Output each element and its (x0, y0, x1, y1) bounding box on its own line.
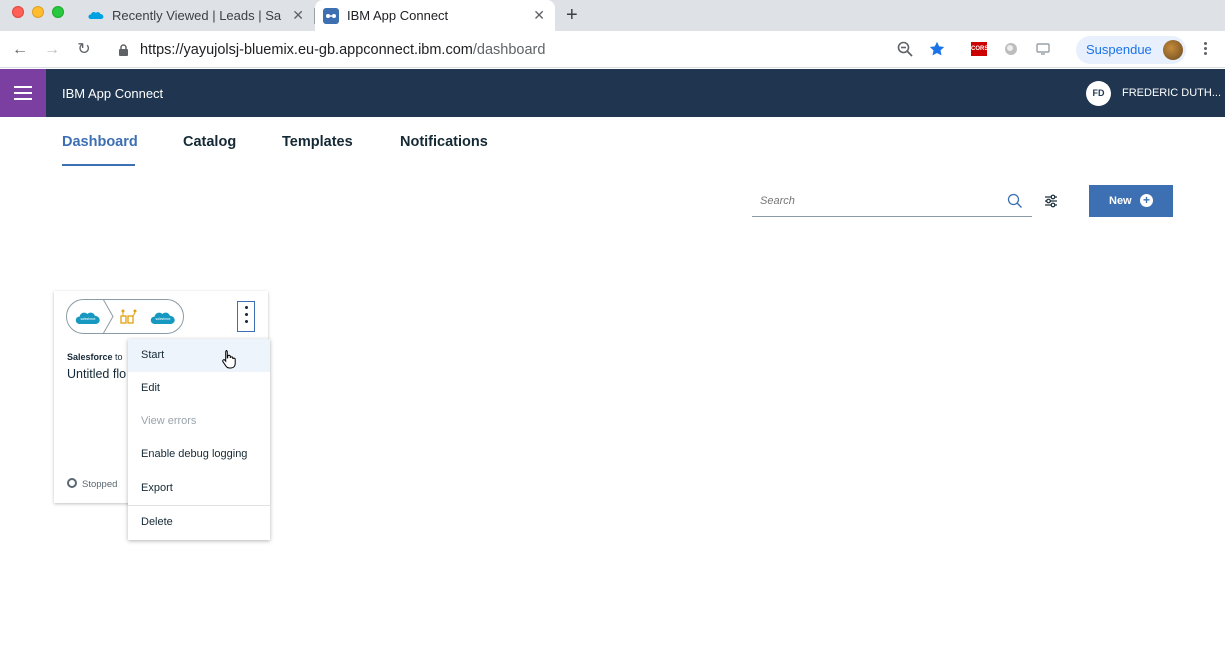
hand-cursor-icon (222, 350, 236, 369)
minimize-window-button[interactable] (32, 6, 44, 18)
forward-arrow-icon[interactable]: → (42, 40, 62, 60)
flow-card-title: Salesforce to (67, 352, 123, 362)
tab-templates[interactable]: Templates (282, 134, 353, 150)
salesforce-icon (88, 12, 104, 19)
close-icon[interactable]: ✕ (533, 7, 545, 24)
chevron-right-icon (103, 299, 114, 334)
url-path: /dashboard (472, 42, 546, 58)
user-name[interactable]: FREDERIC DUTH... (1122, 87, 1221, 99)
back-arrow-icon[interactable]: ← (10, 40, 30, 60)
salesforce-icon: salesforce (75, 312, 100, 324)
filter-settings-icon[interactable] (1043, 193, 1059, 209)
close-icon[interactable]: ✕ (292, 7, 304, 24)
plus-circle-icon: + (1140, 194, 1153, 207)
user-avatar[interactable]: FD (1086, 81, 1111, 106)
new-button-label: New (1109, 195, 1132, 207)
tab-title: IBM App Connect (347, 8, 449, 23)
search-field[interactable] (752, 185, 1032, 217)
flow-status: Stopped (67, 478, 117, 490)
flow-source-app: Salesforce (67, 352, 113, 362)
flow-status-label: Stopped (82, 479, 118, 490)
profile-label: Suspendue (1086, 42, 1152, 57)
close-window-button[interactable] (12, 6, 24, 18)
extension-circle-icon[interactable] (1003, 41, 1019, 57)
batch-icon (120, 309, 137, 324)
flow-overflow-menu: Start Edit View errors Enable debug logg… (128, 339, 270, 540)
flow-connector-icons: salesforce salesforce (66, 299, 184, 334)
url-host: https://yayujolsj-bluemix.eu-gb.appconne… (140, 42, 473, 58)
search-icon[interactable] (1007, 193, 1023, 209)
new-tab-icon[interactable]: + (566, 4, 578, 27)
svg-text:salesforce: salesforce (155, 317, 170, 321)
lock-icon (119, 44, 128, 56)
app-header: IBM App Connect FD FREDERIC DUTH... (0, 69, 1225, 117)
new-button[interactable]: New + (1089, 185, 1173, 217)
menu-item-edit[interactable]: Edit (128, 372, 270, 405)
menu-item-export[interactable]: Export (128, 472, 270, 505)
menu-item-enable-debug-logging[interactable]: Enable debug logging (128, 438, 270, 471)
menu-item-view-errors: View errors (141, 415, 197, 427)
hamburger-menu-icon[interactable] (0, 69, 46, 117)
reload-icon[interactable]: ↻ (74, 40, 94, 60)
browser-toolbar: ← → ↻ https://yayujolsj-bluemix.eu-gb.ap… (0, 31, 1225, 68)
profile-avatar (1163, 40, 1183, 60)
browser-tab-app-connect[interactable]: IBM App Connect ✕ (315, 0, 555, 31)
status-ring-icon (67, 478, 77, 488)
address-bar[interactable]: https://yayujolsj-bluemix.eu-gb.appconne… (118, 39, 578, 61)
flow-card-name: Untitled flo (67, 367, 127, 381)
menu-item-delete[interactable]: Delete (128, 506, 270, 539)
overflow-menu-button[interactable] (237, 301, 255, 332)
browser-tab-salesforce[interactable]: Recently Viewed | Leads | Sale ✕ (80, 0, 314, 31)
maximize-window-button[interactable] (52, 6, 64, 18)
app-title: IBM App Connect (62, 86, 164, 101)
bookmark-star-icon[interactable] (929, 41, 945, 57)
profile-button[interactable]: Suspendue (1076, 36, 1186, 64)
app-connect-icon (323, 8, 339, 24)
cast-icon[interactable] (1035, 41, 1051, 57)
flow-title-rest: to (112, 352, 123, 362)
active-tab-indicator (62, 164, 135, 166)
svg-text:salesforce: salesforce (80, 317, 95, 321)
tab-notifications[interactable]: Notifications (400, 134, 488, 150)
cors-extension-icon[interactable]: CORS (971, 42, 988, 56)
menu-item-start[interactable]: Start (128, 339, 270, 372)
zoom-out-icon[interactable] (897, 41, 913, 57)
search-input[interactable] (760, 192, 1000, 210)
tab-catalog[interactable]: Catalog (183, 134, 236, 150)
tab-dashboard[interactable]: Dashboard (62, 134, 138, 150)
salesforce-icon: salesforce (150, 312, 175, 324)
tab-title: Recently Viewed | Leads | Sale (112, 8, 282, 23)
browser-menu-icon[interactable] (1200, 40, 1210, 60)
browser-tab-bar: Recently Viewed | Leads | Sale ✕ IBM App… (0, 0, 1225, 31)
